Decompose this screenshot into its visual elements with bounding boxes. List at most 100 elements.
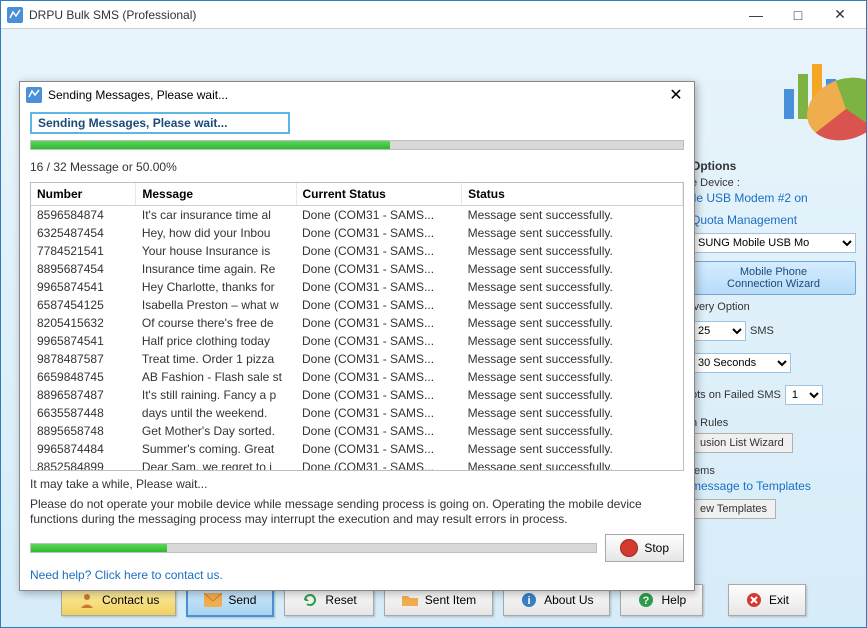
- sub-progress-bar: [30, 543, 597, 553]
- table-row[interactable]: 9878487587Treat time. Order 1 pizzaDone …: [31, 350, 683, 368]
- svg-text:?: ?: [643, 595, 650, 607]
- cell-current: Done (COM31 - SAMS...: [296, 440, 462, 458]
- cell-message: Hey, how did your Inbou: [136, 224, 296, 242]
- window-close-button[interactable]: ✕: [820, 4, 860, 26]
- cell-message: Get Mother's Day sorted.: [136, 422, 296, 440]
- dialog-title: Sending Messages, Please wait...: [48, 88, 664, 102]
- cell-current: Done (COM31 - SAMS...: [296, 332, 462, 350]
- table-row[interactable]: 9965874541Half price clothing todayDone …: [31, 332, 683, 350]
- main-titlebar: DRPU Bulk SMS (Professional) — □ ✕: [1, 1, 866, 29]
- col-message[interactable]: Message: [136, 183, 296, 206]
- refresh-icon: [301, 591, 319, 609]
- col-number[interactable]: Number: [31, 183, 136, 206]
- table-row[interactable]: 9965874484Summer's coming. GreatDone (CO…: [31, 440, 683, 458]
- cell-status: Message sent successfully.: [462, 224, 683, 242]
- quota-management-link[interactable]: Quota Management: [691, 213, 856, 227]
- cell-current: Done (COM31 - SAMS...: [296, 224, 462, 242]
- cell-number: 9965874541: [31, 332, 136, 350]
- stop-button[interactable]: Stop: [605, 534, 684, 562]
- cell-current: Done (COM31 - SAMS...: [296, 296, 462, 314]
- exclusion-wizard-button[interactable]: usion List Wizard: [691, 433, 793, 453]
- device-select[interactable]: SUNG Mobile USB Mo: [691, 233, 856, 253]
- col-status[interactable]: Status: [462, 183, 683, 206]
- table-row[interactable]: 8896587487It's still raining. Fancy a pD…: [31, 386, 683, 404]
- window-maximize-button[interactable]: □: [778, 4, 818, 26]
- cell-status: Message sent successfully.: [462, 422, 683, 440]
- cell-status: Message sent successfully.: [462, 278, 683, 296]
- cell-message: Isabella Preston – what w: [136, 296, 296, 314]
- cell-current: Done (COM31 - SAMS...: [296, 368, 462, 386]
- table-row[interactable]: 8895687454Insurance time again. ReDone (…: [31, 260, 683, 278]
- cell-current: Done (COM31 - SAMS...: [296, 314, 462, 332]
- table-row[interactable]: 6635587448 days until the weekend.Done (…: [31, 404, 683, 422]
- table-row[interactable]: 7784521541Your house Insurance isDone (C…: [31, 242, 683, 260]
- cell-current: Done (COM31 - SAMS...: [296, 458, 462, 470]
- cell-status: Message sent successfully.: [462, 242, 683, 260]
- cell-number: 8895687454: [31, 260, 136, 278]
- folder-icon: [401, 591, 419, 609]
- cell-status: Message sent successfully.: [462, 260, 683, 278]
- cell-current: Done (COM31 - SAMS...: [296, 242, 462, 260]
- table-row[interactable]: 8596584874It's car insurance time alDone…: [31, 206, 683, 225]
- exit-button[interactable]: Exit: [728, 584, 806, 616]
- device-link[interactable]: ile USB Modem #2 on: [691, 191, 856, 205]
- message-to-templates-link[interactable]: message to Templates: [691, 479, 856, 493]
- main-body: Options e Device : ile USB Modem #2 on Q…: [1, 29, 866, 627]
- envelope-icon: [204, 591, 222, 609]
- failed-sms-select[interactable]: 1: [785, 385, 823, 405]
- message-table: Number Message Current Status Status 859…: [30, 182, 684, 471]
- delivery-unit-label: SMS: [750, 325, 774, 337]
- failed-sms-label: ots on Failed SMS: [691, 389, 781, 401]
- window-minimize-button[interactable]: —: [736, 4, 776, 26]
- table-scroll[interactable]: Number Message Current Status Status 859…: [31, 183, 683, 470]
- connection-wizard-button[interactable]: Mobile Phone Connection Wizard: [691, 261, 856, 295]
- cell-current: Done (COM31 - SAMS...: [296, 386, 462, 404]
- cell-number: 7784521541: [31, 242, 136, 260]
- cell-number: 6587454125: [31, 296, 136, 314]
- cell-message: Half price clothing today: [136, 332, 296, 350]
- delay-select[interactable]: 30 Seconds: [691, 353, 791, 373]
- cell-status: Message sent successfully.: [462, 332, 683, 350]
- cell-status: Message sent successfully.: [462, 404, 683, 422]
- delivery-count-select[interactable]: 25: [691, 321, 746, 341]
- help-icon: ?: [637, 591, 655, 609]
- delivery-option-label: ivery Option: [691, 301, 856, 313]
- cell-current: Done (COM31 - SAMS...: [296, 206, 462, 225]
- view-templates-button[interactable]: ew Templates: [691, 499, 776, 519]
- table-row[interactable]: 8205415632Of course there's free deDone …: [31, 314, 683, 332]
- cell-number: 6659848745: [31, 368, 136, 386]
- svg-text:i: i: [528, 595, 531, 607]
- table-row[interactable]: 8895658748Get Mother's Day sorted.Done (…: [31, 422, 683, 440]
- progress-text: 16 / 32 Message or 50.00%: [30, 160, 684, 174]
- table-row[interactable]: 8852584899Dear Sam, we regret to iDone (…: [31, 458, 683, 470]
- table-row[interactable]: 6587454125Isabella Preston – what wDone …: [31, 296, 683, 314]
- rules-label: n Rules: [691, 417, 856, 429]
- cell-message: Insurance time again. Re: [136, 260, 296, 278]
- table-row[interactable]: 6325487454Hey, how did your InbouDone (C…: [31, 224, 683, 242]
- options-panel: Options e Device : ile USB Modem #2 on Q…: [691, 159, 856, 523]
- overall-progress-fill: [31, 141, 390, 149]
- contact-help-link[interactable]: Need help? Click here to contact us.: [30, 568, 684, 582]
- cell-message: Of course there's free de: [136, 314, 296, 332]
- cell-current: Done (COM31 - SAMS...: [296, 260, 462, 278]
- close-icon: [745, 591, 763, 609]
- cell-number: 6635587448: [31, 404, 136, 422]
- cell-number: 9965874484: [31, 440, 136, 458]
- cell-current: Done (COM31 - SAMS...: [296, 404, 462, 422]
- items-label: tems: [691, 465, 856, 477]
- overall-progress-bar: [30, 140, 684, 150]
- col-current-status[interactable]: Current Status: [296, 183, 462, 206]
- stop-icon: [620, 539, 638, 557]
- dialog-icon: [26, 87, 42, 103]
- cell-message: days until the weekend.: [136, 404, 296, 422]
- window-title: DRPU Bulk SMS (Professional): [29, 8, 736, 22]
- cell-message: It's car insurance time al: [136, 206, 296, 225]
- cell-message: Dear Sam, we regret to i: [136, 458, 296, 470]
- cell-status: Message sent successfully.: [462, 440, 683, 458]
- cell-status: Message sent successfully.: [462, 314, 683, 332]
- table-row[interactable]: 6659848745AB Fashion - Flash sale stDone…: [31, 368, 683, 386]
- dialog-close-button[interactable]: ✕: [664, 85, 688, 105]
- cell-message: Treat time. Order 1 pizza: [136, 350, 296, 368]
- cell-status: Message sent successfully.: [462, 296, 683, 314]
- table-row[interactable]: 9965874541Hey Charlotte, thanks forDone …: [31, 278, 683, 296]
